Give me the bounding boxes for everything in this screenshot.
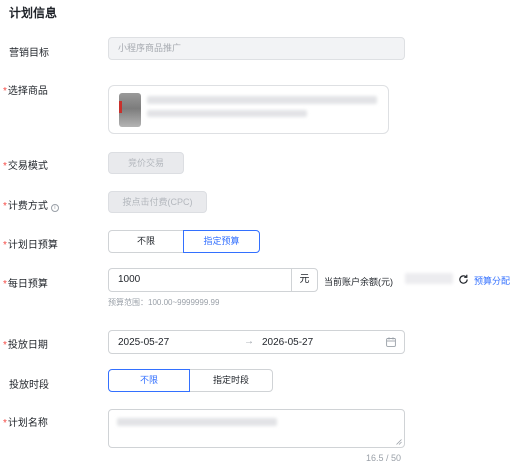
required-mark: * (3, 201, 7, 212)
budget-specified-option[interactable]: 指定预算 (183, 230, 260, 253)
product-card[interactable] (108, 85, 389, 134)
budget-unlimited-option[interactable]: 不限 (108, 230, 184, 253)
plan-name-label: *计划名称 (3, 414, 48, 429)
time-unlimited-option[interactable]: 不限 (108, 369, 190, 392)
daily-budget-label-text: 每日预算 (7, 279, 48, 290)
time-specified-option[interactable]: 指定时段 (189, 369, 273, 392)
billing-cpc-button: 按点击付费(CPC) (108, 191, 207, 213)
trade-mode-label-text: 交易模式 (7, 161, 48, 172)
resize-handle-icon[interactable] (396, 439, 402, 445)
schedule-time-label: 投放时段 (9, 376, 49, 391)
product-title-redacted (147, 96, 377, 104)
billing-label: *计费方式 i (3, 197, 59, 212)
schedule-time-label-text: 投放时段 (9, 380, 49, 391)
schedule-date-label-text: 投放日期 (7, 340, 48, 351)
refresh-icon[interactable] (458, 274, 469, 285)
date-range-picker[interactable]: 2025-05-27 → 2026-05-27 (108, 330, 405, 354)
daily-budget-type-label: *计划日预算 (3, 236, 58, 251)
daily-budget-type-segmented: 不限 指定预算 (108, 230, 260, 253)
product-label-text: 选择商品 (7, 86, 48, 97)
calendar-icon[interactable] (386, 337, 396, 347)
start-date[interactable]: 2025-05-27 (118, 337, 169, 348)
budget-range-hint: 预算范围：100.00~9999999.99 (108, 298, 220, 307)
daily-budget-label: *每日预算 (3, 275, 48, 290)
required-mark: * (3, 340, 7, 351)
plan-name-redacted (117, 418, 277, 426)
info-icon[interactable]: i (50, 204, 59, 212)
trade-mode-label: *交易模式 (3, 157, 48, 172)
schedule-time-segmented: 不限 指定时段 (108, 369, 273, 392)
section-title: 计划信息 (9, 6, 58, 20)
account-balance-redacted (405, 273, 453, 284)
daily-budget-unit: 元 (291, 269, 317, 291)
account-balance-label: 当前账户余额(元) (324, 277, 393, 287)
product-label: *选择商品 (3, 82, 48, 97)
plan-name-counter: 16.5 / 50 (366, 453, 402, 463)
budget-allocate-link[interactable]: 预算分配 (474, 274, 510, 287)
daily-budget-value[interactable]: 1000 (109, 269, 291, 291)
billing-label-text: 计费方式 (7, 201, 48, 212)
marketing-goal-label: 营销目标 (9, 44, 49, 59)
date-separator: → (244, 336, 254, 347)
marketing-goal-input: 小程序商品推广 (108, 37, 405, 60)
daily-budget-input[interactable]: 1000 元 (108, 268, 318, 292)
schedule-date-label: *投放日期 (3, 336, 48, 351)
trade-mode-bidding-button: 竞价交易 (108, 152, 184, 174)
plan-name-label-text: 计划名称 (7, 418, 48, 429)
required-mark: * (3, 418, 7, 429)
product-thumbnail (119, 93, 141, 127)
plan-name-textarea[interactable] (108, 409, 405, 448)
end-date[interactable]: 2026-05-27 (262, 337, 313, 348)
required-mark: * (3, 279, 7, 290)
required-mark: * (3, 86, 7, 97)
marketing-goal-label-text: 营销目标 (9, 48, 49, 59)
daily-budget-type-label-text: 计划日预算 (7, 240, 58, 251)
required-mark: * (3, 161, 7, 172)
product-subtitle-redacted (147, 110, 307, 117)
required-mark: * (3, 240, 7, 251)
